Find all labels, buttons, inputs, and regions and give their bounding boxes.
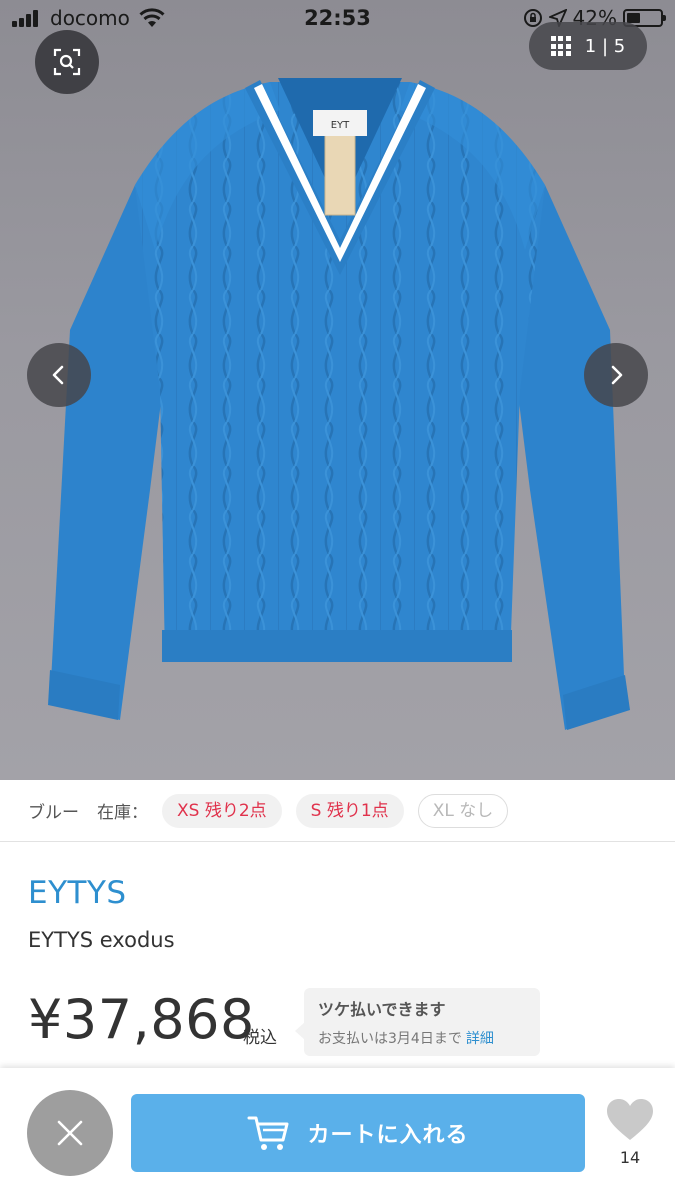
chevron-right-icon xyxy=(611,365,623,385)
deferred-payment-title: ツケ払いできます xyxy=(318,1000,446,1019)
favorite-count: 14 xyxy=(619,1148,641,1167)
product-page: EYT docomo 22:53 42% 1 | 5 ブルー 在庫： XS 残り… xyxy=(0,0,675,1200)
image-counter: 1 | 5 xyxy=(584,35,626,57)
product-name: EYTYS exodus xyxy=(28,928,175,952)
favorite-button[interactable]: 14 xyxy=(603,1098,657,1167)
deferred-payment-box: ツケ払いできます お支払いは3月4日まで 詳細 xyxy=(295,988,540,1056)
size-chip-xl[interactable]: XL なし xyxy=(417,793,509,828)
stock-label: 在庫： xyxy=(97,803,148,823)
tax-label: 税込 xyxy=(243,1028,277,1048)
next-image-button[interactable] xyxy=(584,343,648,407)
product-image-gallery[interactable]: EYT docomo 22:53 42% 1 | 5 xyxy=(0,0,675,780)
stock-color-label: ブルー xyxy=(28,803,79,823)
image-counter-button[interactable]: 1 | 5 xyxy=(529,22,647,70)
close-button[interactable] xyxy=(27,1090,113,1176)
heart-icon xyxy=(607,1099,653,1140)
product-price: ¥37,868 xyxy=(28,988,255,1051)
size-chip-xs[interactable]: XS 残り2点 xyxy=(162,793,282,828)
image-search-button[interactable] xyxy=(35,30,99,94)
size-chip-s[interactable]: S 残り1点 xyxy=(295,793,404,828)
cart-icon xyxy=(247,1116,289,1150)
svg-text:EYT: EYT xyxy=(331,120,350,131)
brand-link[interactable]: EYTYS xyxy=(28,875,127,911)
deferred-payment-detail-link[interactable]: 詳細 xyxy=(466,1031,494,1047)
stock-row: ブルー 在庫： XS 残り2点 S 残り1点 XL なし xyxy=(0,780,675,842)
grid-icon xyxy=(550,36,571,56)
bottom-action-bar: カートに入れる 14 xyxy=(0,1068,675,1200)
deferred-payment-subtitle: お支払いは3月4日まで 詳細 xyxy=(318,1031,494,1047)
image-search-icon xyxy=(53,48,81,76)
close-icon xyxy=(57,1120,83,1146)
product-image-sweater: EYT xyxy=(48,78,630,730)
add-to-cart-button[interactable]: カートに入れる xyxy=(131,1094,585,1172)
chevron-left-icon xyxy=(52,365,64,385)
add-to-cart-label: カートに入れる xyxy=(307,1123,469,1148)
previous-image-button[interactable] xyxy=(27,343,91,407)
